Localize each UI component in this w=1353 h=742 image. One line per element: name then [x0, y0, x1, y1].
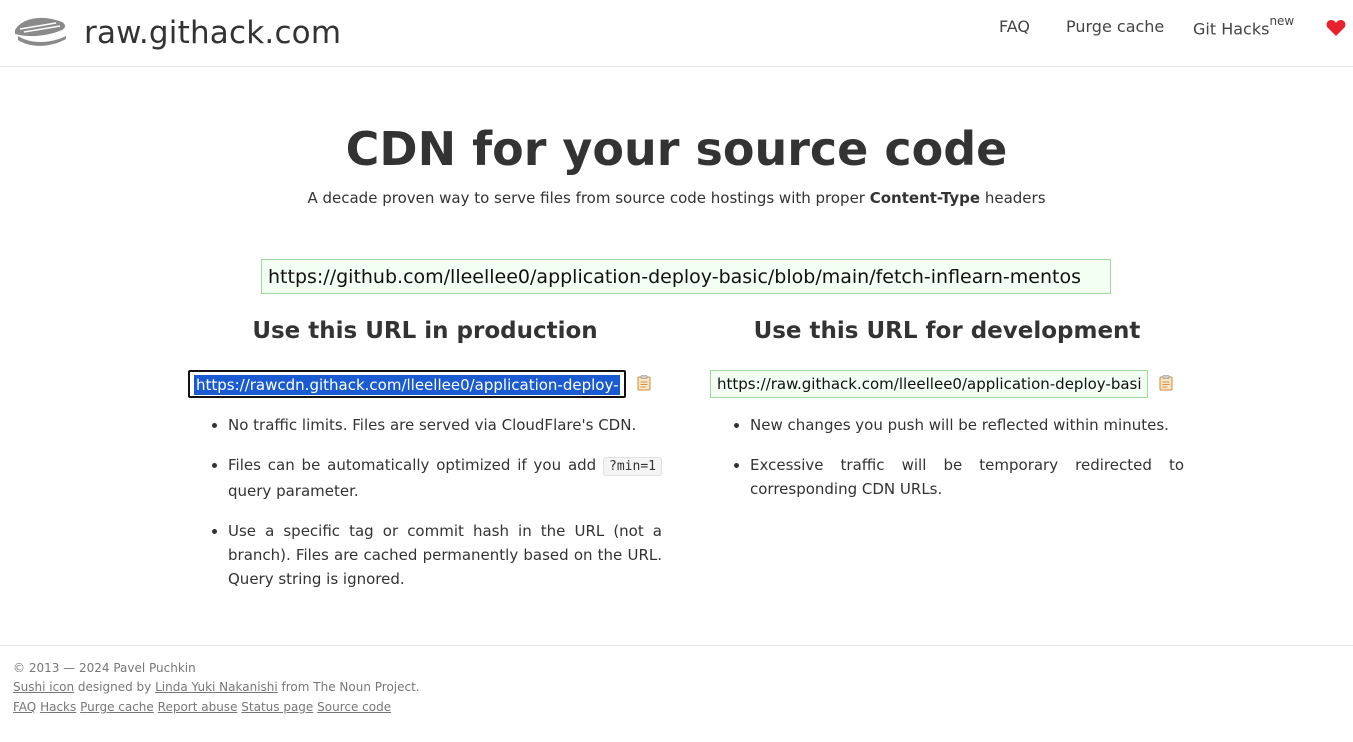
designer-link[interactable]: Linda Yuki Nakanishi [155, 680, 278, 694]
sushi-logo-icon[interactable] [12, 14, 68, 48]
site-footer: © 2013 — 2024 Pavel Puchkin Sushi icon d… [0, 645, 1353, 742]
footer-link-faq[interactable]: FAQ [13, 700, 36, 714]
designed-by-text: designed by [74, 680, 156, 694]
list-item: Excessive traffic will be temporary redi… [750, 453, 1184, 501]
subtitle-pre: A decade proven way to serve files from … [307, 189, 870, 207]
clipboard-copy-icon[interactable] [637, 375, 651, 391]
list-item: No traffic limits. Files are served via … [228, 413, 662, 437]
page-subtitle: A decade proven way to serve files from … [0, 189, 1353, 207]
sushi-icon-link[interactable]: Sushi icon [13, 680, 74, 694]
production-features-list: No traffic limits. Files are served via … [228, 413, 662, 607]
credits-line: Sushi icon designed by Linda Yuki Nakani… [13, 680, 420, 694]
from-text: from The Noun Project. [277, 680, 420, 694]
title-bold: CDN [345, 122, 457, 176]
nav-faq[interactable]: FAQ [999, 17, 1030, 36]
clipboard-copy-icon[interactable] [1159, 375, 1173, 391]
list-item: Use a specific tag or commit hash in the… [228, 519, 662, 591]
production-title: Use this URL in production [252, 318, 598, 344]
list-item-text: Files can be automatically optimized if … [228, 456, 604, 474]
footer-links: FAQ Hacks Purge cache Report abuse Statu… [13, 700, 391, 714]
author-name: Pavel Puchkin [113, 661, 196, 675]
development-url-field[interactable] [710, 370, 1148, 398]
site-header: raw.githack.com FAQ Purge cache Git Hack… [0, 0, 1353, 67]
title-rest: for your source code [456, 122, 1008, 176]
development-title: Use this URL for development [753, 318, 1141, 344]
copyright-line: © 2013 — 2024 Pavel Puchkin [13, 661, 196, 675]
footer-link-hacks[interactable]: Hacks [40, 700, 76, 714]
list-item: Files can be automatically optimized if … [228, 453, 662, 503]
footer-link-report-abuse[interactable]: Report abuse [158, 700, 238, 714]
production-url-field[interactable]: https://rawcdn.githack.com/lleellee0/app… [188, 370, 626, 398]
new-badge: new [1269, 14, 1295, 28]
subtitle-bold: Content-Type [869, 189, 981, 207]
nav-purge-cache[interactable]: Purge cache [1066, 17, 1164, 36]
list-item: New changes you push will be reflected w… [750, 413, 1184, 437]
list-item-suffix: query parameter. [228, 482, 359, 500]
nav-git-hacks-label: Git Hacks [1193, 19, 1270, 39]
min-param-code: ?min=1 [603, 457, 662, 476]
nav-git-hacks[interactable]: Git Hacksnew [1193, 14, 1295, 39]
subtitle-post: headers [980, 189, 1046, 207]
brand-link[interactable]: raw.githack.com [84, 15, 341, 51]
production-url-selected-text: https://rawcdn.githack.com/lleellee0/app… [194, 375, 620, 395]
copyright-text: © 2013 — 2024 [13, 661, 114, 675]
footer-link-purge-cache[interactable]: Purge cache [80, 700, 154, 714]
footer-link-status-page[interactable]: Status page [241, 700, 313, 714]
development-features-list: New changes you push will be reflected w… [750, 413, 1184, 517]
footer-link-source-code[interactable]: Source code [317, 700, 391, 714]
page-title: CDN for your source code [0, 122, 1353, 176]
source-url-input[interactable] [261, 259, 1111, 294]
heart-icon[interactable] [1326, 19, 1346, 37]
